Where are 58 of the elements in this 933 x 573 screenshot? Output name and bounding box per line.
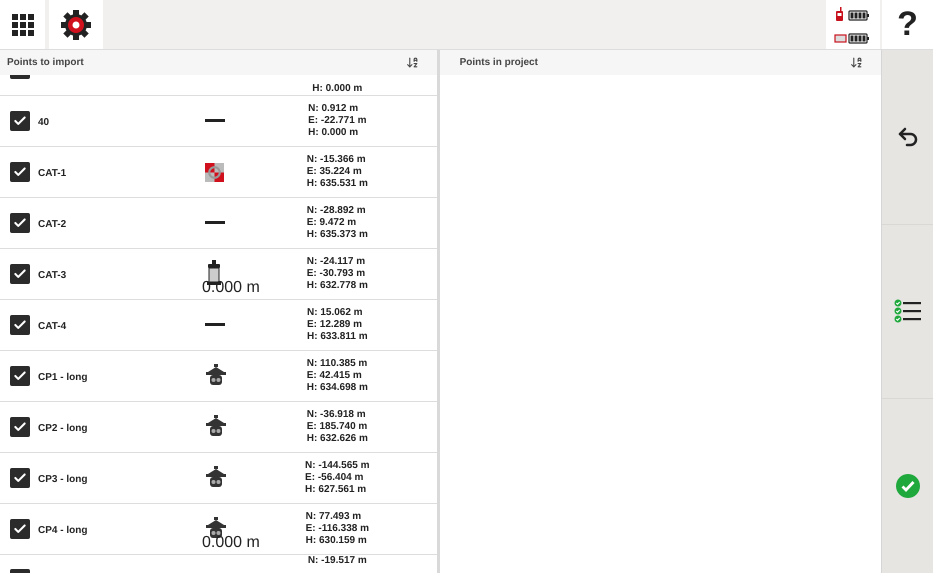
point-name: CAT-3 — [38, 270, 66, 281]
checkbox[interactable] — [10, 315, 30, 335]
sort-button[interactable] — [850, 56, 864, 69]
dash-icon — [205, 119, 225, 123]
checkbox[interactable] — [10, 213, 30, 233]
lamp-icon — [205, 466, 227, 490]
point-name: CP1 - long — [38, 372, 88, 383]
device-status-drawing — [834, 6, 872, 44]
coordinates-text: N: -19.517 m — [308, 555, 367, 567]
coordinates-text: N: 0.912 m E: -22.771 m H: 0.000 m — [308, 103, 366, 139]
lamp-icon — [205, 415, 227, 439]
checkbox[interactable] — [10, 162, 30, 182]
apps-grid-icon[interactable] — [12, 14, 34, 36]
checkbox[interactable] — [10, 366, 30, 386]
checkbox[interactable] — [10, 468, 30, 488]
dash-icon — [205, 221, 225, 225]
check-icon — [13, 369, 27, 383]
checkbox[interactable] — [10, 519, 30, 539]
coordinates-text: N: -28.892 m E: 9.472 m H: 635.373 m — [306, 205, 368, 241]
check-icon — [13, 420, 27, 434]
settings-icon[interactable] — [60, 8, 92, 40]
lamp-icon — [205, 364, 227, 388]
check-icon — [13, 471, 27, 485]
sort-icon — [850, 56, 864, 69]
point-name: CP4 - long — [38, 525, 88, 536]
sort-icon — [406, 56, 419, 69]
check-circle-icon — [896, 474, 920, 498]
target-icon — [205, 162, 224, 182]
coordinates-text: N: -15.366 m E: 35.224 m H: 635.531 m — [306, 154, 368, 190]
point-name: CAT-4 — [38, 321, 66, 332]
point-name: CP3 - long — [38, 474, 88, 485]
help-button[interactable]: ? — [882, 0, 933, 49]
coordinates-text: N: 77.493 m E: -116.338 m H: 630.159 m — [306, 511, 369, 547]
checkbox[interactable] — [10, 111, 30, 131]
check-icon — [13, 267, 27, 281]
icon-label: 0.000 m — [202, 534, 260, 552]
panel-title: Points to import — [7, 57, 84, 68]
checkbox[interactable] — [10, 417, 30, 437]
coordinates-text: N: 15.062 m E: 12.289 m H: 633.811 m — [306, 307, 368, 343]
check-icon — [13, 165, 27, 179]
check-icon — [13, 216, 27, 230]
point-name: CP2 - long — [38, 423, 88, 434]
coordinates-text: N: -144.565 m E: -56.404 m H: 627.561 m — [305, 460, 370, 496]
coordinates-text: H: 0.000 m — [312, 83, 362, 95]
checklist-icon — [894, 298, 922, 324]
dash-icon — [205, 323, 225, 327]
coordinates-text: N: -24.117 m E: -30.793 m H: 632.778 m — [306, 256, 368, 292]
point-name: CAT-1 — [38, 168, 66, 179]
coordinates-text: N: -36.918 m E: 185.740 m H: 632.626 m — [306, 409, 368, 445]
check-icon — [13, 522, 27, 536]
point-name: 40 — [38, 117, 50, 128]
checkbox[interactable] — [10, 264, 30, 284]
coordinates-text: N: 110.385 m E: 42.415 m H: 634.698 m — [306, 358, 368, 394]
point-name: CAT-2 — [38, 219, 66, 230]
panel-title: Points in project — [460, 57, 538, 68]
sort-button[interactable] — [406, 56, 419, 69]
check-icon — [13, 114, 27, 128]
check-icon — [13, 318, 27, 332]
